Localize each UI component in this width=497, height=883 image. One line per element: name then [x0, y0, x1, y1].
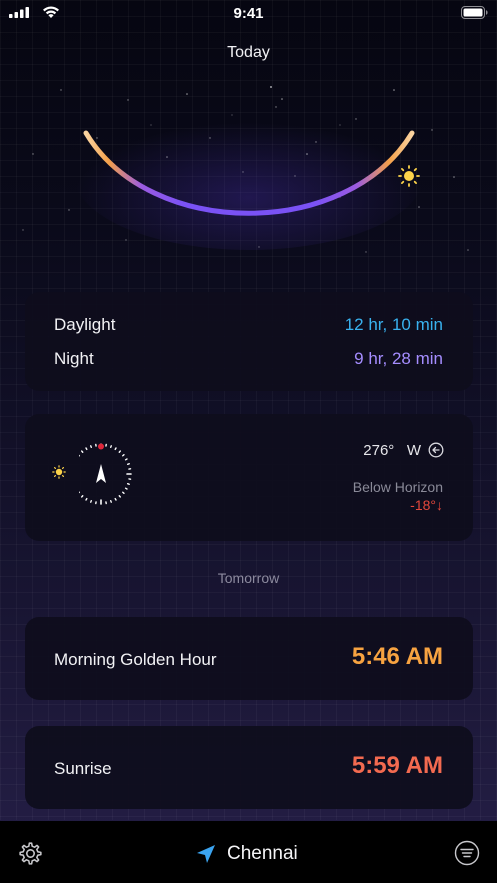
sun-icon	[398, 165, 420, 187]
compass-tick	[126, 463, 130, 465]
status-bar: 9:41	[0, 0, 497, 26]
battery-icon	[461, 6, 488, 19]
daylight-value: 12 hr, 10 min	[344, 315, 443, 334]
location-arrow-icon	[197, 845, 215, 863]
compass-tick	[126, 483, 130, 485]
compass-tick	[81, 450, 84, 453]
azimuth-readout: 276° W	[363, 442, 421, 459]
sun-position-card[interactable]: 276° W Below Horizon -18°↓	[25, 414, 473, 541]
golden-hour-card[interactable]: Morning Golden Hour 5:46 AM	[25, 617, 473, 700]
golden-hour-time: 5:46 AM	[351, 643, 443, 670]
elevation-value: -18°↓	[410, 497, 443, 513]
compass-tick	[110, 499, 112, 503]
compass-tick	[114, 447, 117, 451]
location-label: Chennai	[227, 843, 298, 864]
compass-tick	[124, 487, 128, 490]
sunrise-label: Sunrise	[54, 759, 112, 778]
small-sun-icon	[52, 465, 66, 479]
compass-tick	[85, 447, 88, 451]
sunrise-time: 5:59 AM	[351, 752, 443, 779]
settings-icon[interactable]	[17, 840, 44, 867]
compass-tick	[81, 495, 84, 498]
compass-tick	[118, 450, 121, 453]
today-title: Today	[227, 44, 270, 61]
compass-tick	[124, 458, 128, 461]
daylight-label: Daylight	[54, 315, 116, 334]
compass-tick	[122, 454, 125, 457]
compass-tick	[122, 491, 125, 494]
sun-path-arc	[22, 86, 469, 253]
location-button[interactable]: Chennai	[195, 841, 298, 867]
daylight-night-card: Daylight 12 hr, 10 min Night 9 hr, 28 mi…	[25, 292, 473, 391]
compass-tick	[85, 497, 88, 501]
bottom-bar: Chennai	[0, 821, 497, 883]
compass-tick	[118, 495, 121, 498]
azimuth-direction: W	[406, 442, 421, 459]
back-circle-icon[interactable]	[428, 442, 444, 458]
azimuth-value: 276°	[363, 442, 395, 459]
menu-icon[interactable]	[454, 840, 480, 866]
compass-tick	[90, 499, 92, 503]
status-time: 9:41	[233, 5, 264, 22]
night-value: 9 hr, 28 min	[354, 349, 443, 368]
horizon-label: Below Horizon	[352, 479, 443, 495]
compass-tick	[110, 445, 112, 449]
night-label: Night	[54, 349, 94, 368]
golden-hour-label: Morning Golden Hour	[54, 650, 217, 669]
compass-icon	[79, 443, 132, 505]
compass-tick	[114, 497, 117, 501]
compass-tick	[90, 445, 92, 449]
sunrise-card[interactable]: Sunrise 5:59 AM	[25, 726, 473, 809]
tomorrow-title: Tomorrow	[217, 570, 280, 586]
